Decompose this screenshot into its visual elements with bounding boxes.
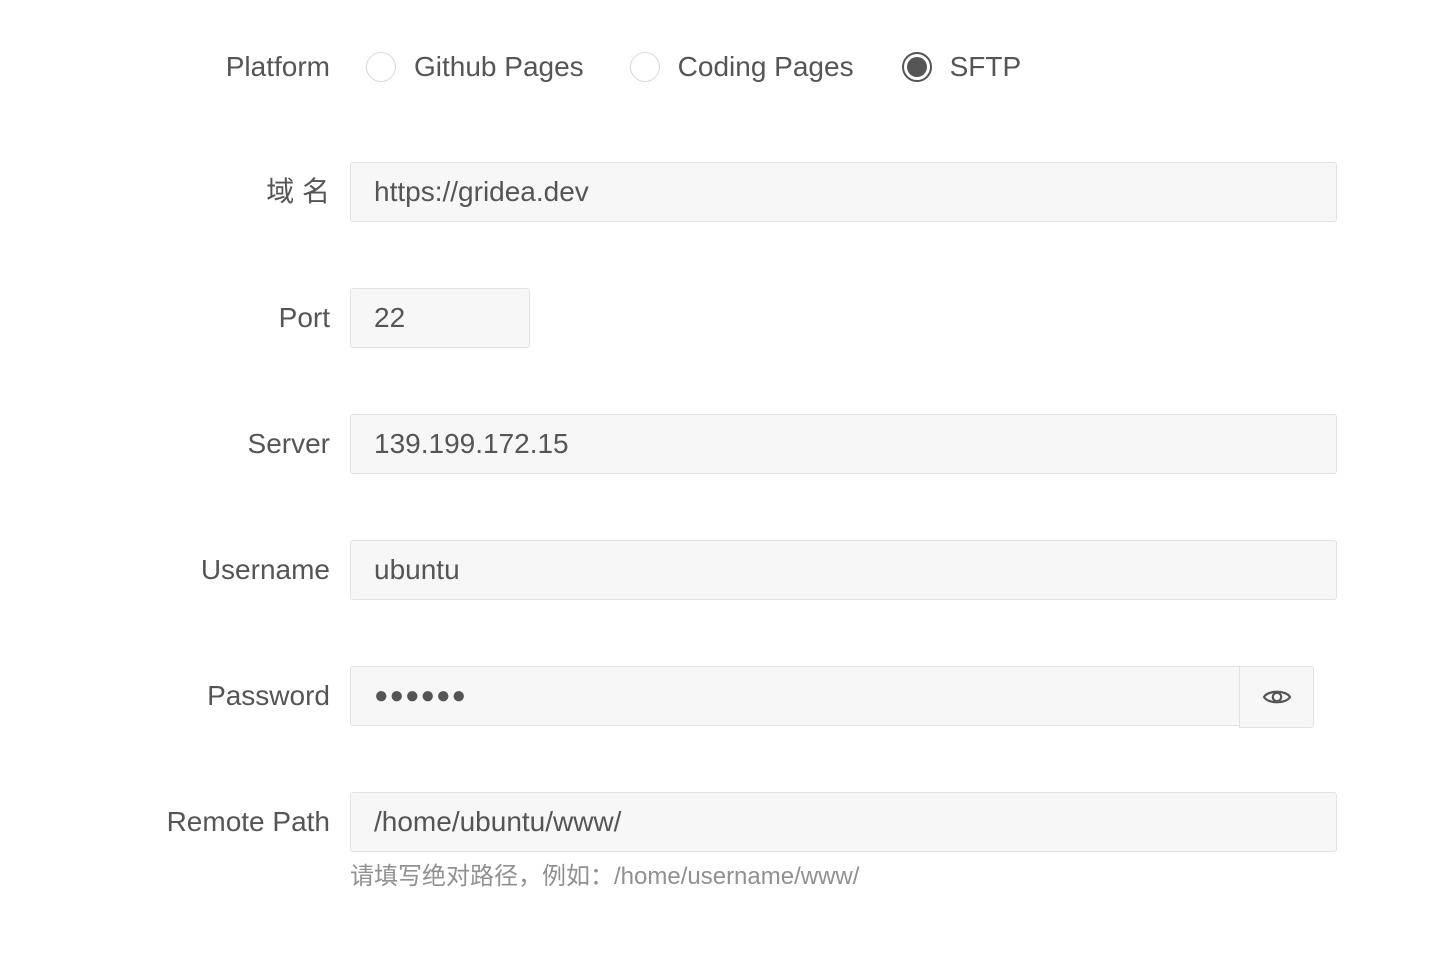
port-label: Port — [278, 302, 330, 333]
domain-label: 域 名 — [266, 176, 330, 207]
radio-sftp[interactable]: SFTP — [901, 51, 1022, 83]
username-input[interactable]: ubuntu — [350, 540, 1337, 600]
platform-radio-group: Github Pages Coding Pages SFTP — [366, 37, 1021, 97]
remote-path-label: Remote Path — [166, 806, 330, 837]
radio-label[interactable]: SFTP — [950, 51, 1022, 83]
remote-path-help-text: 请填写绝对路径，例如：/home/username/www/ — [350, 863, 860, 890]
radio-coding-pages[interactable]: Coding Pages — [629, 51, 854, 83]
remote-path-input[interactable]: /home/ubuntu/www/ — [350, 792, 1337, 852]
radio-button-icon[interactable] — [366, 52, 396, 82]
server-row: Server 139.199.172.15 — [0, 414, 1454, 474]
radio-github-pages[interactable]: Github Pages — [366, 51, 584, 83]
eye-icon[interactable] — [1262, 687, 1292, 707]
radio-button-icon[interactable] — [629, 52, 660, 82]
platform-row: Platform Github Pages Coding Pages SFTP — [0, 37, 1454, 97]
password-row: Password ●●●●●● — [0, 666, 1454, 728]
password-label: Password — [207, 680, 330, 711]
domain-row: 域 名 https://gridea.dev — [0, 162, 1454, 222]
sftp-settings-form: Platform Github Pages Coding Pages SFTP … — [0, 0, 1454, 980]
port-row: Port 22 — [0, 288, 1454, 348]
toggle-password-visibility-button[interactable] — [1239, 666, 1314, 728]
password-input[interactable]: ●●●●●● — [350, 666, 1241, 726]
radio-label[interactable]: Coding Pages — [678, 51, 854, 83]
username-label: Username — [200, 554, 330, 585]
server-input[interactable]: 139.199.172.15 — [350, 414, 1337, 474]
radio-button-checked-icon[interactable] — [901, 52, 932, 82]
server-label: Server — [247, 428, 330, 459]
platform-label: Platform — [225, 51, 330, 82]
username-row: Username ubuntu — [0, 540, 1454, 600]
radio-label[interactable]: Github Pages — [414, 51, 584, 83]
port-input[interactable]: 22 — [350, 288, 530, 348]
remote-path-row: Remote Path /home/ubuntu/www/ — [0, 792, 1454, 852]
domain-input[interactable]: https://gridea.dev — [350, 162, 1337, 222]
